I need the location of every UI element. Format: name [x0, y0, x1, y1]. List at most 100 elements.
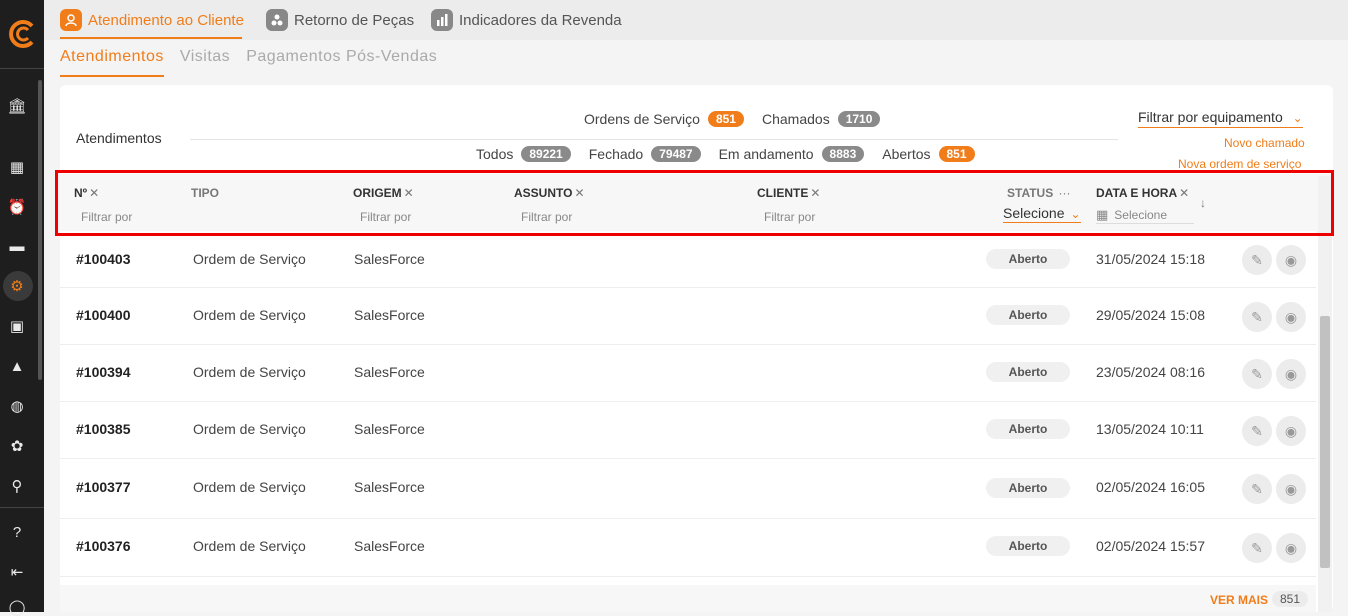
row-id: #100385 — [76, 421, 131, 437]
column-status[interactable]: STATUS ··· — [1007, 186, 1071, 200]
calendar-icon[interactable]: ▣ — [8, 317, 26, 335]
tab-visitas[interactable]: Visitas — [180, 48, 230, 78]
clear-filter-icon[interactable]: ✕ — [89, 186, 99, 200]
tab-atendimento-cliente[interactable]: Atendimento ao Cliente — [60, 6, 244, 34]
tab-label: Indicadores da Revenda — [459, 11, 622, 29]
filter-em-andamento[interactable]: Em andamento — [719, 146, 814, 162]
filter-ordens-servico[interactable]: Ordens de Serviço — [584, 111, 700, 127]
warning-icon[interactable]: ▲ — [8, 357, 26, 375]
status-counts: Todos 89221 Fechado 79487 Em andamento 8… — [476, 146, 975, 162]
filter-equipment-label: Filtrar por equipamento — [1138, 109, 1283, 125]
edit-icon[interactable]: ✎ — [1242, 302, 1272, 332]
view-eye-icon[interactable]: ◉ — [1276, 359, 1306, 389]
table-row[interactable]: #100403 Ordem de Serviço SalesForce Aber… — [60, 231, 1316, 288]
calendar-icon: ▦ — [1096, 207, 1109, 222]
globe-icon[interactable]: ◍ — [8, 397, 26, 415]
row-date: 23/05/2024 08:16 — [1096, 364, 1205, 380]
filter-numero-input[interactable]: Filtrar por — [81, 210, 132, 224]
row-id: #100400 — [76, 307, 131, 323]
status-badge: Aberto — [986, 419, 1070, 439]
dashboard-icon[interactable]: 🏛 — [7, 97, 26, 115]
table-row[interactable]: #100377 Ordem de Serviço SalesForce Aber… — [60, 459, 1316, 519]
clear-filter-icon[interactable]: ✕ — [574, 186, 584, 200]
location-icon[interactable]: ⚲ — [8, 477, 26, 495]
fechado-count-badge: 79487 — [651, 146, 701, 162]
tab-label: Atendimento ao Cliente — [88, 11, 244, 29]
novo-chamado-link[interactable]: Novo chamado — [1224, 136, 1305, 150]
edit-icon[interactable]: ✎ — [1242, 474, 1272, 504]
table-row[interactable]: #100394 Ordem de Serviço SalesForce Aber… — [60, 345, 1316, 402]
edit-icon[interactable]: ✎ — [1242, 533, 1272, 563]
sub-tabs: Atendimentos Visitas Pagamentos Pós-Vend… — [60, 48, 437, 78]
ver-mais-button[interactable]: VER MAIS — [1210, 593, 1268, 607]
edit-icon[interactable]: ✎ — [1242, 359, 1272, 389]
column-label: CLIENTE — [757, 186, 809, 200]
view-eye-icon[interactable]: ◉ — [1276, 533, 1306, 563]
edit-icon[interactable]: ✎ — [1242, 416, 1272, 446]
filter-todos[interactable]: Todos — [476, 146, 513, 162]
view-eye-icon[interactable]: ◉ — [1276, 474, 1306, 504]
column-label: ASSUNTO — [514, 186, 573, 200]
tab-retorno-pecas[interactable]: Retorno de Peças — [266, 6, 414, 34]
filter-cliente-input[interactable]: Filtrar por — [764, 210, 815, 224]
chevron-down-icon: ⌄ — [1070, 207, 1081, 221]
status-select[interactable]: Selecione ⌄ — [1003, 205, 1081, 223]
tab-atendimentos[interactable]: Atendimentos — [60, 48, 164, 77]
brand-logo-icon[interactable] — [6, 18, 38, 50]
chat-icon[interactable]: ▬ — [8, 237, 26, 255]
table-footer — [60, 585, 1316, 612]
alarm-icon[interactable]: ⏰ — [8, 198, 27, 216]
status-select-value: Selecione — [1003, 205, 1065, 221]
andamento-count-badge: 8883 — [821, 146, 865, 162]
date-filter-value: Selecione — [1114, 208, 1168, 222]
column-label: STATUS — [1007, 186, 1054, 200]
clear-filter-icon[interactable]: ✕ — [404, 186, 414, 200]
row-id: #100376 — [76, 538, 131, 554]
filter-origem-input[interactable]: Filtrar por — [360, 210, 411, 224]
row-date: 13/05/2024 10:11 — [1096, 421, 1204, 437]
logout-icon[interactable]: ⇤ — [8, 563, 26, 581]
row-id: #100403 — [76, 251, 131, 267]
grid-icon[interactable]: ▦ — [8, 158, 26, 176]
sort-down-icon[interactable]: ↓ — [1200, 196, 1206, 210]
filter-abertos[interactable]: Abertos — [882, 146, 930, 162]
date-filter-input[interactable]: ▦ Selecione — [1096, 207, 1194, 224]
service-gear-icon[interactable]: ⚙ — [8, 277, 26, 295]
filter-chamados[interactable]: Chamados — [762, 111, 830, 127]
column-numero[interactable]: Nº ✕ — [74, 186, 99, 200]
table-row[interactable]: #100376 Ordem de Serviço SalesForce Aber… — [60, 519, 1316, 577]
sidebar-scrollbar[interactable] — [38, 80, 42, 380]
todos-count-badge: 89221 — [521, 146, 571, 162]
panel-title: Atendimentos — [76, 130, 162, 146]
column-assunto[interactable]: ASSUNTO ✕ — [514, 186, 585, 200]
row-date: 02/05/2024 15:57 — [1096, 538, 1205, 554]
nova-ordem-servico-link[interactable]: Nova ordem de serviço — [1178, 157, 1301, 171]
filter-equipment-select[interactable]: Filtrar por equipamento ⌄ — [1138, 109, 1303, 128]
row-tipo: Ordem de Serviço — [193, 307, 306, 323]
tab-indicadores-revenda[interactable]: Indicadores da Revenda — [431, 6, 622, 34]
table-row[interactable]: #100400 Ordem de Serviço SalesForce Aber… — [60, 288, 1316, 345]
column-data-hora[interactable]: DATA E HORA ✕ — [1096, 186, 1189, 200]
row-id: #100377 — [76, 479, 131, 495]
column-origem[interactable]: ORIGEM ✕ — [353, 186, 414, 200]
column-cliente[interactable]: CLIENTE ✕ — [757, 186, 820, 200]
row-origem: SalesForce — [354, 479, 425, 495]
view-eye-icon[interactable]: ◉ — [1276, 302, 1306, 332]
more-icon: ··· — [1055, 186, 1071, 200]
table-row[interactable]: #100385 Ordem de Serviço SalesForce Aber… — [60, 402, 1316, 459]
filter-fechado[interactable]: Fechado — [589, 146, 643, 162]
view-eye-icon[interactable]: ◉ — [1276, 416, 1306, 446]
support-icon — [60, 9, 82, 31]
help-icon[interactable]: ? — [8, 523, 26, 541]
row-origem: SalesForce — [354, 307, 425, 323]
column-tipo[interactable]: TIPO — [191, 186, 219, 200]
table-scrollbar-thumb[interactable] — [1320, 316, 1330, 568]
clear-filter-icon[interactable]: ✕ — [1179, 186, 1189, 200]
view-eye-icon[interactable]: ◉ — [1276, 245, 1306, 275]
tab-pagamentos-pos-vendas[interactable]: Pagamentos Pós-Vendas — [246, 48, 437, 78]
clear-filter-icon[interactable]: ✕ — [810, 186, 820, 200]
plant-icon[interactable]: ✿ — [8, 437, 26, 455]
user-icon[interactable]: ◯ — [8, 598, 26, 616]
edit-icon[interactable]: ✎ — [1242, 245, 1272, 275]
filter-assunto-input[interactable]: Filtrar por — [521, 210, 572, 224]
